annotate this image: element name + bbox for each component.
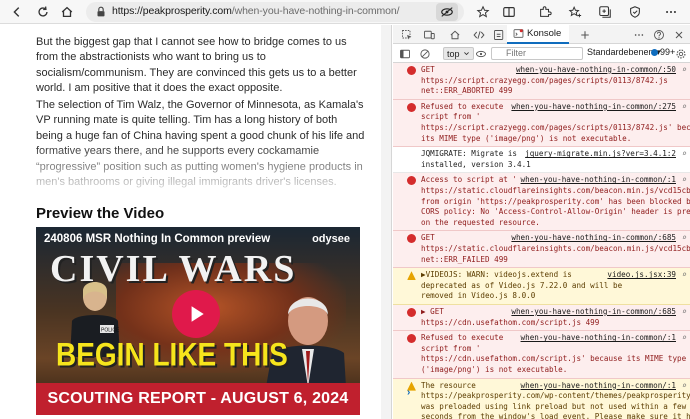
- video-player[interactable]: CIVIL WARS 240806 MSR Nothing In Common …: [36, 227, 360, 415]
- web-page: But the biggest gap that I cannot see ho…: [0, 25, 392, 419]
- console-message-err[interactable]: Refused to execute script from ' https:/…: [393, 99, 690, 148]
- console-message-text: ▶VIDEOJS: WARN: videojs.extend is deprec…: [421, 270, 623, 301]
- error-icon: [407, 102, 416, 112]
- section-title: Preview the Video: [36, 205, 165, 222]
- search-icon[interactable]: ⌕: [682, 381, 687, 392]
- more-menu-icon[interactable]: [662, 3, 680, 21]
- context-select[interactable]: top: [443, 47, 474, 60]
- console-source-link[interactable]: when-you-have-nothing-in-common/:275: [511, 102, 676, 113]
- console-filter-placeholder: Filter: [506, 48, 526, 58]
- tab-console[interactable]: Konsole: [507, 25, 570, 44]
- welcome-tab-icon[interactable]: [447, 27, 463, 42]
- clear-console-icon[interactable]: [417, 46, 433, 61]
- console-source-link[interactable]: when-you-have-nothing-in-common/:1: [521, 381, 676, 392]
- console-source-link[interactable]: video.js.jsx:39: [607, 270, 676, 281]
- paywall-fade: [30, 143, 370, 191]
- search-icon[interactable]: ⌕: [682, 65, 687, 76]
- search-icon[interactable]: ⌕: [682, 102, 687, 113]
- sources-tab-icon[interactable]: [491, 27, 507, 42]
- page-scrollbar[interactable]: [381, 25, 391, 419]
- search-icon[interactable]: ⌕: [682, 149, 687, 160]
- console-message-err[interactable]: GET https://script.crazyegg.com/pages/sc…: [393, 63, 690, 100]
- browser-toolbar: https://peakprosperity.com/when-you-have…: [0, 0, 690, 24]
- console-filter-bar: top Filter Standardebenen ▾ 99+: [393, 44, 690, 63]
- devtools-tab-bar: Konsole: [393, 25, 690, 44]
- log-levels-select[interactable]: Standardebenen ▾: [587, 47, 661, 58]
- close-devtools-icon[interactable]: [671, 27, 687, 42]
- search-icon[interactable]: ⌕: [682, 233, 687, 244]
- console-filter-input[interactable]: Filter: [491, 47, 583, 60]
- sidebar-toggle-icon[interactable]: [397, 46, 413, 61]
- issues-icon: [651, 48, 658, 56]
- context-select-value: top: [447, 48, 460, 59]
- url-text: https://peakprosperity.com/when-you-have…: [112, 5, 400, 17]
- search-icon[interactable]: ⌕: [682, 307, 687, 318]
- console-message-err[interactable]: Access to script at ' https://static.clo…: [393, 173, 690, 232]
- warning-icon: [407, 271, 416, 281]
- live-expression-eye-icon[interactable]: [473, 46, 489, 61]
- error-icon: [407, 66, 416, 75]
- console-message-warn[interactable]: ▶VIDEOJS: WARN: videojs.extend is deprec…: [393, 268, 690, 305]
- console-message-err[interactable]: Refused to execute script from ' https:/…: [393, 331, 690, 379]
- log-levels-value: Standardebenen: [587, 47, 654, 57]
- collections-icon[interactable]: [596, 3, 614, 21]
- video-headline-mid: BEGIN LIKE THIS: [56, 336, 288, 373]
- console-source-link[interactable]: when-you-have-nothing-in-common/:1: [521, 175, 676, 186]
- console-settings-gear-icon[interactable]: [673, 46, 689, 61]
- error-icon: [407, 234, 416, 244]
- console-source-link[interactable]: when-you-have-nothing-in-common/:50: [516, 65, 676, 76]
- favorites-icon[interactable]: [566, 3, 584, 21]
- console-message-text: JQMIGRATE: Migrate is installed, version…: [421, 149, 531, 169]
- devtools-more-icon[interactable]: [631, 27, 647, 42]
- police-badge: POLICE: [101, 328, 120, 334]
- elements-tab-icon[interactable]: [471, 27, 487, 42]
- console-source-link[interactable]: when-you-have-nothing-in-common/:1: [521, 333, 676, 344]
- console-source-link[interactable]: when-you-have-nothing-in-common/:685: [511, 307, 676, 318]
- chevron-down-icon: [463, 52, 469, 56]
- video-banner: SCOUTING REPORT - AUGUST 6, 2024: [36, 383, 360, 415]
- console-message-warn[interactable]: The resource https://peakprosperity.com/…: [393, 378, 690, 419]
- lock-icon: [97, 6, 105, 17]
- search-icon[interactable]: ⌕: [682, 270, 687, 281]
- console-message-err[interactable]: ▶ GET https://cdn.usefathom.com/script.j…: [393, 305, 690, 332]
- split-screen-icon[interactable]: [500, 3, 518, 21]
- tab-console-label: Konsole: [527, 28, 562, 39]
- favorite-star-icon[interactable]: [474, 3, 492, 21]
- back-icon[interactable]: [8, 3, 26, 21]
- play-button[interactable]: [172, 290, 220, 338]
- console-icon: [513, 29, 524, 38]
- issues-counter[interactable]: 99+: [651, 47, 675, 57]
- video-banner-text: SCOUTING REPORT - AUGUST 6, 2024: [47, 390, 349, 407]
- console-message-err[interactable]: GET https://static.cloudflareinsights.co…: [393, 231, 690, 269]
- help-icon[interactable]: [651, 27, 667, 42]
- search-icon[interactable]: ⌕: [682, 175, 687, 186]
- browser-essentials-icon[interactable]: [626, 3, 644, 21]
- tracking-prevention-icon[interactable]: [436, 3, 458, 21]
- devtools-panel: Konsole top Filter Standardebenen ▾ 99+ …: [393, 25, 690, 419]
- error-icon: [407, 176, 416, 186]
- console-messages[interactable]: GET https://script.crazyegg.com/pages/sc…: [393, 63, 690, 419]
- error-icon: [407, 334, 416, 344]
- inspect-element-icon[interactable]: [399, 27, 415, 42]
- console-source-link[interactable]: when-you-have-nothing-in-common/:685: [511, 233, 676, 244]
- console-source-link[interactable]: jquery-migrate.min.js?ver=3.4.1:2: [525, 149, 676, 160]
- extensions-icon[interactable]: [536, 3, 554, 21]
- error-icon: [407, 308, 416, 317]
- console-message-info[interactable]: JQMIGRATE: Migrate is installed, version…: [393, 147, 690, 174]
- refresh-icon[interactable]: [34, 3, 52, 21]
- search-icon[interactable]: ⌕: [682, 333, 687, 344]
- video-title[interactable]: 240806 MSR Nothing In Common preview: [44, 233, 270, 245]
- address-bar[interactable]: https://peakprosperity.com/when-you-have…: [86, 2, 464, 22]
- home-icon[interactable]: [58, 3, 76, 21]
- article-paragraph: But the biggest gap that I cannot see ho…: [36, 36, 357, 95]
- play-icon: [191, 306, 204, 322]
- add-tab-icon[interactable]: [577, 27, 593, 42]
- console-prompt-icon[interactable]: ›: [407, 387, 410, 398]
- device-emulation-icon[interactable]: [421, 27, 437, 42]
- odysee-logo[interactable]: odysee: [312, 233, 350, 245]
